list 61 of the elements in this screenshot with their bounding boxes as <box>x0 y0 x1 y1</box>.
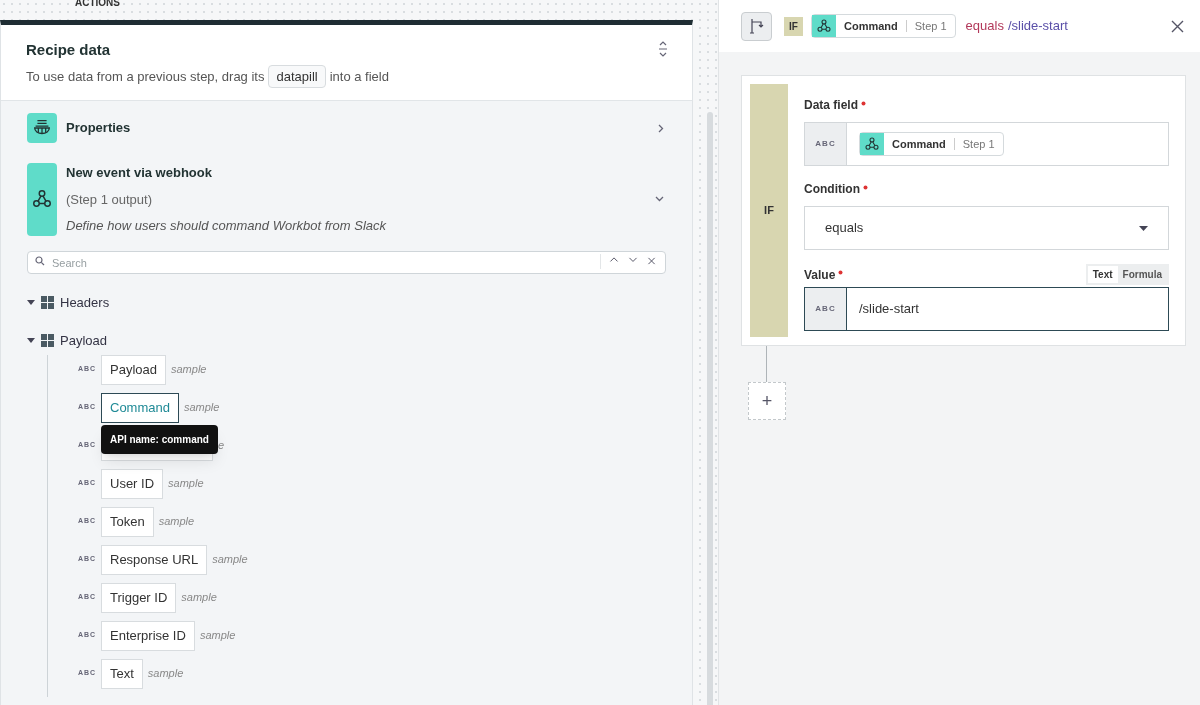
datapill[interactable]: Command <box>101 392 179 423</box>
caret-down-icon <box>1139 225 1148 231</box>
webhook-icon <box>812 15 836 37</box>
type-label: ABC <box>805 288 847 330</box>
panel-title: Recipe data <box>26 40 111 60</box>
list-icon <box>27 113 57 143</box>
field-label: Data field <box>804 97 858 114</box>
value-input[interactable]: ABC /slide-start <box>804 287 1169 331</box>
search-field[interactable]: Search <box>27 251 666 274</box>
type-label: ABC <box>805 123 847 165</box>
datapill[interactable]: Enterprise ID <box>101 620 195 651</box>
field-label: Value <box>804 266 836 284</box>
sample-hint: e <box>218 438 225 454</box>
tree-node[interactable]: Headers <box>27 292 666 313</box>
sample-hint: sample <box>199 628 236 644</box>
branch-icon[interactable] <box>741 11 772 41</box>
grid-icon <box>41 334 54 347</box>
condition-select[interactable]: equals <box>804 206 1169 250</box>
if-badge: IF <box>784 16 803 36</box>
condition-operator: equals <box>965 17 1004 36</box>
if-block: IF <box>750 84 788 337</box>
sample-hint: sample <box>183 400 220 416</box>
data-field-input[interactable]: ABC Command Step 1 <box>804 122 1169 166</box>
webhook-icon <box>27 163 57 236</box>
step-section[interactable]: New event via webhook (Step 1 output) Define how users should command Workbot from Slack <box>27 163 666 236</box>
section-subtitle: (Step 1 output) <box>66 190 153 209</box>
tooltip: API name: command <box>101 424 218 454</box>
datapill[interactable]: User ID <box>101 468 164 499</box>
mode-tab[interactable]: Text <box>1087 266 1118 283</box>
chevron-down-icon[interactable] <box>628 257 638 265</box>
datapill[interactable]: Command Step 1 <box>811 14 956 38</box>
condition-value: /slide-start <box>1007 17 1068 36</box>
sample-hint: sample <box>181 590 217 606</box>
step-section[interactable]: Properties <box>27 113 666 143</box>
section-title: Properties <box>66 119 132 138</box>
hint-text: into a field <box>329 67 389 86</box>
datapill[interactable]: Payload <box>101 354 166 385</box>
sample-hint: sample <box>158 514 195 530</box>
hint-text: To use data from a previous step, drag its <box>26 67 265 86</box>
scrollbar[interactable] <box>707 112 713 705</box>
field-label: Condition <box>804 181 860 198</box>
section-description: Define how users should command Workbot from Slack <box>66 217 388 235</box>
datapill-sample: datapill <box>268 64 326 88</box>
close-icon[interactable] <box>1171 19 1184 33</box>
grid-icon <box>41 296 54 309</box>
datapill[interactable]: Text <box>101 658 143 689</box>
sample-hint: sample <box>147 666 184 682</box>
sample-hint: sample <box>212 552 248 568</box>
add-step-button[interactable]: + <box>748 382 786 420</box>
mode-tab[interactable]: Formula <box>1117 266 1167 283</box>
collapse-icon[interactable] <box>658 41 668 57</box>
webhook-icon <box>860 133 884 155</box>
search-icon <box>35 255 45 266</box>
datapill[interactable]: Command Step 1 <box>859 132 1004 156</box>
sample-hint: sample <box>168 476 204 492</box>
datapill[interactable]: Response URL <box>101 544 208 575</box>
tree-node[interactable]: Payload <box>27 330 666 351</box>
datapill[interactable]: Trigger ID <box>101 582 177 613</box>
datapill[interactable]: Token <box>101 506 154 537</box>
sample-hint: sample <box>171 362 207 378</box>
section-title: New event via webhook <box>66 164 213 182</box>
